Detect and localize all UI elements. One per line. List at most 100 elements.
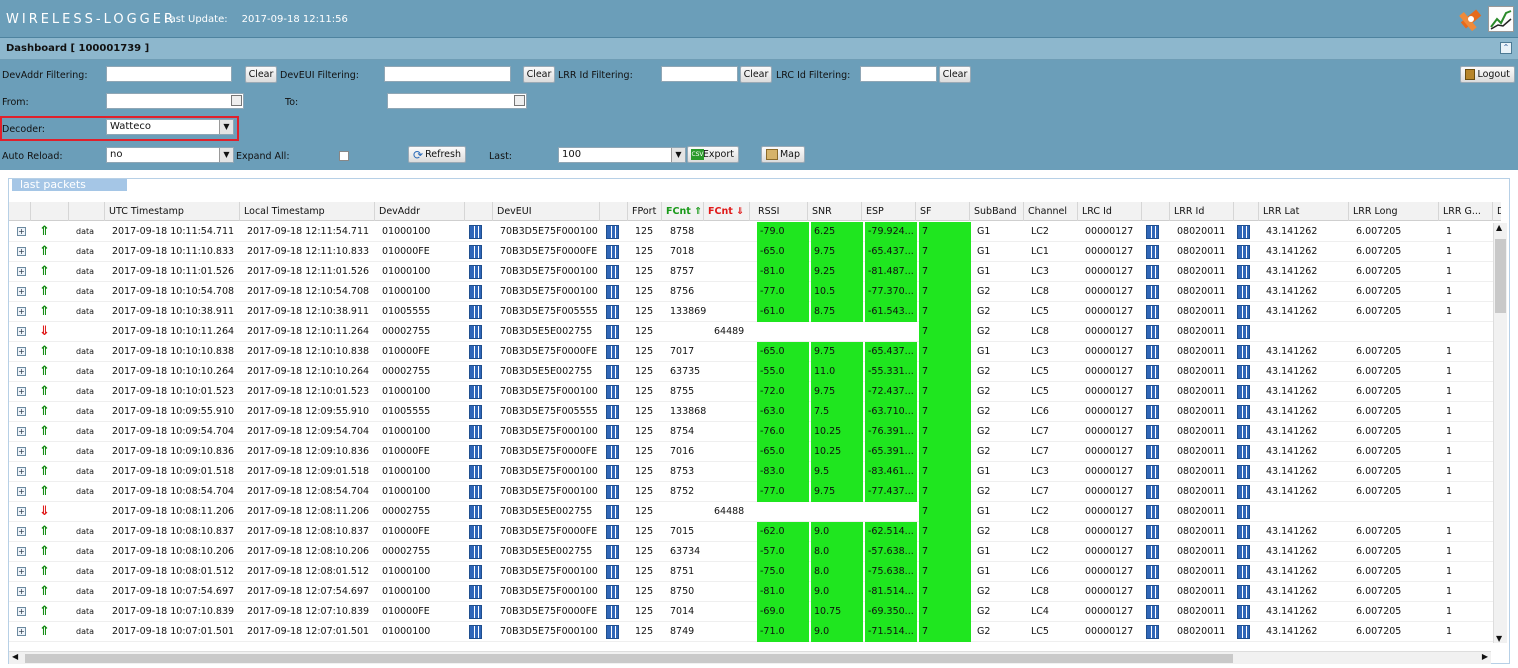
column-header[interactable]: UTC Timestamp [105,202,240,221]
scroll-right-icon[interactable]: ▶ [1482,652,1488,661]
building-icon[interactable] [469,585,482,599]
column-header[interactable]: Local Timestamp [240,202,375,221]
building-icon[interactable] [606,425,619,439]
column-header[interactable]: DevAddr [375,202,465,221]
table-row[interactable]: + ⇑ data 2017-09-18 10:10:38.911 2017-09-18 … [9,302,1501,322]
building-icon[interactable] [1146,385,1159,399]
building-icon[interactable] [1146,245,1159,259]
column-header[interactable]: LRR Lat [1259,202,1349,221]
building-icon[interactable] [1237,585,1250,599]
collapse-icon[interactable]: ⌃ [1500,42,1512,54]
expand-row-icon[interactable]: + [17,587,26,596]
building-icon[interactable] [1146,405,1159,419]
scroll-thumb[interactable] [25,654,1233,663]
lrr-clear-button[interactable]: Clear [740,66,772,83]
building-icon[interactable] [469,405,482,419]
building-icon[interactable] [606,305,619,319]
building-icon[interactable] [469,505,482,519]
building-icon[interactable] [1146,285,1159,299]
building-icon[interactable] [606,365,619,379]
building-icon[interactable] [469,485,482,499]
expand-row-icon[interactable]: + [17,567,26,576]
table-row[interactable]: + ⇑ data 2017-09-18 10:11:10.833 2017-09-18 … [9,242,1501,262]
building-icon[interactable] [1237,485,1250,499]
building-icon[interactable] [1146,305,1159,319]
building-icon[interactable] [1146,525,1159,539]
building-icon[interactable] [1237,225,1250,239]
calendar-icon[interactable] [514,95,525,106]
table-row[interactable]: + ⇑ data 2017-09-18 10:10:10.264 2017-09-18 … [9,362,1501,382]
building-icon[interactable] [1146,425,1159,439]
building-icon[interactable] [606,545,619,559]
building-icon[interactable] [469,465,482,479]
building-icon[interactable] [469,265,482,279]
building-icon[interactable] [1146,365,1159,379]
expand-row-icon[interactable]: + [17,287,26,296]
building-icon[interactable] [606,325,619,339]
table-row[interactable]: + ⇓ 2017-09-18 10:08:11.206 2017-09-18 12:0… [9,502,1501,522]
expand-row-icon[interactable]: + [17,267,26,276]
table-row[interactable]: + ⇑ data 2017-09-18 10:07:54.697 2017-09-18 … [9,582,1501,602]
building-icon[interactable] [1237,565,1250,579]
column-header[interactable]: FCnt ⇑ [662,202,704,221]
expand-row-icon[interactable]: + [17,487,26,496]
expand-row-icon[interactable]: + [17,327,26,336]
vertical-scrollbar[interactable]: ▲ ▼ [1493,223,1507,643]
expand-row-icon[interactable]: + [17,307,26,316]
chart-icon[interactable] [1488,6,1514,32]
building-icon[interactable] [1237,345,1250,359]
devaddr-filter-input[interactable] [106,66,232,82]
table-row[interactable]: + ⇑ data 2017-09-18 10:10:01.523 2017-09-18 … [9,382,1501,402]
expand-row-icon[interactable]: + [17,507,26,516]
building-icon[interactable] [1237,625,1250,639]
building-icon[interactable] [606,565,619,579]
lrc-filter-input[interactable] [860,66,937,82]
column-header[interactable]: DevEUI [493,202,600,221]
deveui-clear-button[interactable]: Clear [523,66,555,83]
building-icon[interactable] [1146,545,1159,559]
building-icon[interactable] [469,525,482,539]
building-icon[interactable] [606,225,619,239]
column-header[interactable]: FCnt ⇓ [704,202,750,221]
column-header[interactable]: SF [916,202,970,221]
table-row[interactable]: + ⇑ data 2017-09-18 10:11:54.711 2017-09-18 … [9,222,1501,242]
export-button[interactable]: CSV Export [687,146,739,163]
building-icon[interactable] [469,425,482,439]
table-row[interactable]: + ⇑ data 2017-09-18 10:09:55.910 2017-09-18 … [9,402,1501,422]
refresh-button[interactable]: ⟳ Refresh [408,146,466,163]
building-icon[interactable] [1237,385,1250,399]
building-icon[interactable] [1237,605,1250,619]
table-row[interactable]: + ⇑ data 2017-09-18 10:09:10.836 2017-09-18 … [9,442,1501,462]
expand-row-icon[interactable]: + [17,547,26,556]
calendar-icon[interactable] [231,95,242,106]
building-icon[interactable] [606,405,619,419]
building-icon[interactable] [606,505,619,519]
scroll-up-icon[interactable]: ▲ [1496,223,1502,232]
expand-row-icon[interactable]: + [17,447,26,456]
building-icon[interactable] [1237,245,1250,259]
building-icon[interactable] [1146,625,1159,639]
table-row[interactable]: + ⇑ data 2017-09-18 10:11:01.526 2017-09-18 … [9,262,1501,282]
building-icon[interactable] [1237,505,1250,519]
column-header[interactable]: SubBand [970,202,1024,221]
auto-reload-select[interactable]: no ▼ [106,147,234,163]
column-header[interactable]: LRR Id [1170,202,1234,221]
lrc-clear-button[interactable]: Clear [939,66,971,83]
building-icon[interactable] [1237,405,1250,419]
column-header[interactable]: LRR Long [1349,202,1439,221]
building-icon[interactable] [469,445,482,459]
building-icon[interactable] [1146,345,1159,359]
expand-row-icon[interactable]: + [17,627,26,636]
column-header[interactable]: RSSI [754,202,808,221]
scroll-left-icon[interactable]: ◀ [12,652,18,661]
building-icon[interactable] [469,625,482,639]
column-header[interactable]: ESP [862,202,916,221]
deveui-filter-input[interactable] [384,66,511,82]
table-row[interactable]: + ⇑ data 2017-09-18 10:07:10.839 2017-09-18 … [9,602,1501,622]
last-select[interactable]: 100 ▼ [558,147,686,163]
from-date-input[interactable] [106,93,244,109]
lrr-filter-input[interactable] [661,66,738,82]
building-icon[interactable] [606,465,619,479]
building-icon[interactable] [606,285,619,299]
table-row[interactable]: + ⇑ data 2017-09-18 10:07:01.501 2017-09-18 … [9,622,1501,642]
